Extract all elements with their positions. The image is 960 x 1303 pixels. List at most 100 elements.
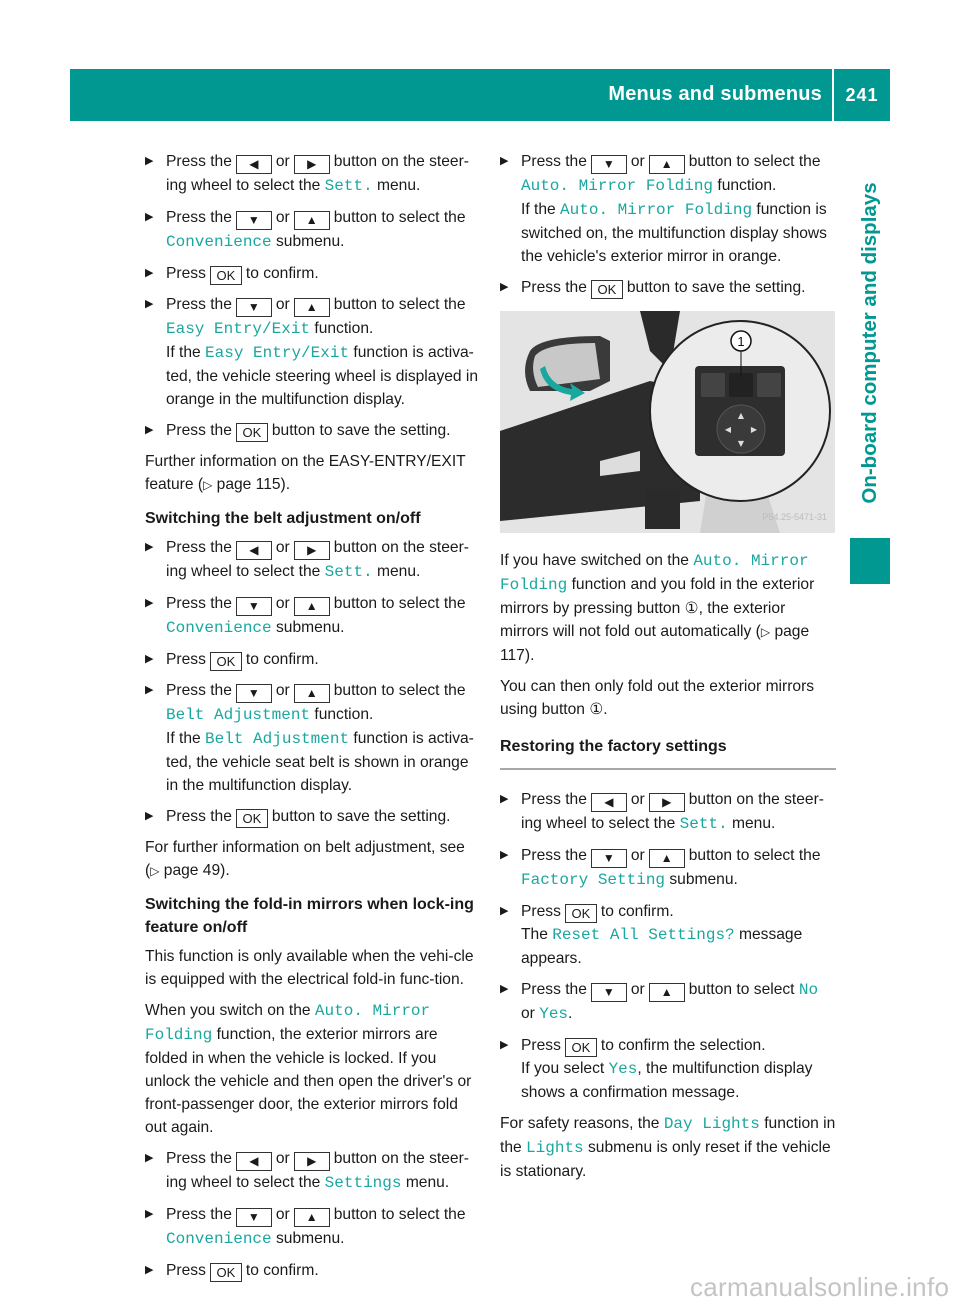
menu-term: Auto. Mirror Folding [560, 201, 753, 219]
step-bullet-icon: ▶ [145, 653, 154, 665]
menu-term: Yes [608, 1060, 638, 1078]
step-bullet-icon: ▶ [500, 793, 509, 805]
step-bullet-icon: ▶ [500, 1039, 509, 1051]
step-bullet-icon: ▶ [145, 1152, 154, 1164]
belt-reference: For further information on belt adjustme… [145, 839, 465, 879]
menu-term: Sett. [679, 815, 728, 833]
availability-note: This function is only available when the… [145, 948, 474, 988]
section-heading-factory-settings: Restoring the factory settings [500, 735, 836, 770]
down-arrow-key-icon: ▼ [235, 1208, 272, 1227]
step-confirm-selection: ▶ Press OK to confirm the selection. If yo… [500, 1034, 836, 1104]
right-column: ▶ Press the ▼ or ▲ button to select the Auto… [500, 150, 836, 1191]
down-arrow-key-icon: ▼ [235, 597, 272, 616]
chapter-tab-marker [850, 538, 890, 584]
page-ref-arrow-icon: ▷ [760, 625, 771, 639]
up-arrow-key-icon: ▲ [293, 684, 330, 703]
down-arrow-key-icon: ▼ [235, 684, 272, 703]
up-arrow-key-icon: ▲ [293, 298, 330, 317]
page-reference-link[interactable]: page 49 [164, 862, 220, 879]
callout-number: 1 [737, 334, 744, 349]
menu-term: Day Lights [663, 1115, 760, 1133]
step-select-sett-menu: ▶ Press the ◀ or ▶ button on the steer-ing w… [500, 788, 836, 836]
right-arrow-key-icon: ▶ [293, 1152, 330, 1171]
ok-key-icon: OK [209, 652, 242, 671]
chapter-side-label: On-board computer and displays [852, 170, 888, 516]
menu-term: No [798, 981, 819, 999]
menu-term: Sett. [324, 563, 373, 581]
step-bullet-icon: ▶ [145, 1264, 154, 1276]
step-bullet-icon: ▶ [145, 267, 154, 279]
section-title: Menus and submenus [608, 83, 822, 105]
step-bullet-icon: ▶ [145, 541, 154, 553]
step-select-belt-adjustment: ▶ Press the ▼ or ▲ button to select the Belt… [145, 679, 481, 797]
menu-term: Convenience [166, 1230, 272, 1248]
menu-term: Factory Setting [521, 871, 666, 889]
step-bullet-icon: ▶ [500, 905, 509, 917]
menu-term: Belt Adjustment [166, 706, 311, 724]
step-bullet-icon: ▶ [145, 1208, 154, 1220]
step-confirm: ▶ Press OK to confirm. [145, 648, 481, 671]
menu-term: Easy Entry/Exit [205, 344, 350, 362]
ok-key-icon: OK [564, 904, 597, 923]
step-select-convenience: ▶ Press the ▼ or ▲ button to select the Conv… [145, 206, 481, 254]
step-confirm-reset: ▶ Press OK to confirm. The Reset All Setti… [500, 900, 836, 970]
step-select-auto-mirror-folding: ▶ Press the ▼ or ▲ button to select the Auto… [500, 150, 836, 268]
down-arrow-key-icon: ▼ [590, 155, 627, 174]
menu-term: Sett. [324, 177, 373, 195]
step-bullet-icon: ▶ [145, 155, 154, 167]
up-arrow-key-icon: ▲ [293, 597, 330, 616]
up-arrow-key-icon: ▲ [648, 849, 685, 868]
left-arrow-key-icon: ◀ [235, 155, 272, 174]
menu-term: Yes [539, 1005, 569, 1023]
left-arrow-key-icon: ◀ [235, 541, 272, 560]
ok-key-icon: OK [564, 1038, 597, 1057]
step-bullet-icon: ▶ [145, 211, 154, 223]
callout-1-icon: ① [589, 701, 604, 718]
step-bullet-icon: ▶ [145, 597, 154, 609]
step-bullet-icon: ▶ [500, 281, 509, 293]
header-bar: Menus and submenus [70, 69, 832, 121]
step-save-setting: ▶ Press the OK button to save the setting. [500, 276, 836, 299]
step-save-setting: ▶ Press the OK button to save the setting. [145, 419, 481, 442]
step-select-convenience: ▶ Press the ▼ or ▲ button to select the Conv… [145, 1203, 481, 1251]
step-confirm: ▶ Press OK to confirm. [145, 1259, 481, 1282]
figure-code: P54.25-5471-31 [762, 512, 827, 522]
fold-out-note: You can then only fold out the exterior … [500, 678, 815, 718]
mirror-fold-button-illustration: ▲ ▼ ◀ ▶ 1 P54.25-5471-31 [500, 311, 835, 533]
step-bullet-icon: ▶ [500, 849, 509, 861]
page-reference-link[interactable]: page 115 [217, 476, 281, 493]
door-panel-illustration: ▲ ▼ ◀ ▶ 1 [500, 311, 835, 533]
section-heading-belt: Switching the belt adjustment on/off [145, 510, 421, 527]
day-lights-note: For safety reasons, the Day Lights funct… [500, 1115, 836, 1180]
svg-text:◀: ◀ [725, 425, 732, 434]
page-number-box: 241 [834, 69, 890, 121]
step-select-no-yes: ▶ Press the ▼ or ▲ button to select No or Ye… [500, 978, 836, 1026]
page-ref-arrow-icon: ▷ [150, 864, 160, 878]
menu-term: Lights [526, 1139, 584, 1157]
left-column: ▶ Press the ◀ or ▶ button on the steer-ing w… [145, 150, 481, 1290]
ok-key-icon: OK [590, 280, 623, 299]
step-select-convenience: ▶ Press the ▼ or ▲ button to select the Conv… [145, 592, 481, 640]
up-arrow-key-icon: ▲ [293, 211, 330, 230]
step-bullet-icon: ▶ [145, 810, 154, 822]
fold-in-description: When you switch on the Auto. Mirror Fold… [145, 1002, 472, 1136]
watermark: carmanualsonline.info [690, 1272, 950, 1302]
step-bullet-icon: ▶ [145, 424, 154, 436]
down-arrow-key-icon: ▼ [590, 983, 627, 1002]
step-select-sett-menu: ▶ Press the ◀ or ▶ button on the steer-ing w… [145, 150, 481, 198]
up-arrow-key-icon: ▲ [293, 1208, 330, 1227]
step-select-factory-setting: ▶ Press the ▼ or ▲ button to select the Fact… [500, 844, 836, 892]
step-bullet-icon: ▶ [145, 298, 154, 310]
easy-entry-reference: Further information on the EASY-ENTRY/EX… [145, 453, 466, 493]
left-arrow-key-icon: ◀ [590, 793, 627, 812]
chapter-title: On-board computer and displays [858, 182, 881, 504]
menu-term: Easy Entry/Exit [166, 320, 311, 338]
step-select-settings-menu: ▶ Press the ◀ or ▶ button on the steer-ing w… [145, 1147, 481, 1195]
ok-key-icon: OK [209, 266, 242, 285]
ok-key-icon: OK [209, 1263, 242, 1282]
page-number: 241 [845, 85, 879, 105]
step-save-setting: ▶ Press the OK button to save the setting. [145, 805, 481, 828]
menu-term: Auto. Mirror Folding [521, 177, 714, 195]
svg-text:▶: ▶ [751, 425, 758, 434]
right-arrow-key-icon: ▶ [648, 793, 685, 812]
